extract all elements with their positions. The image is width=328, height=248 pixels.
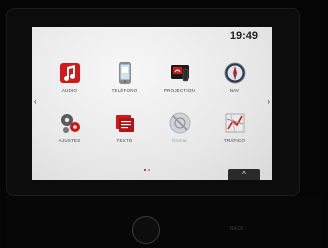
traffic-map-icon (225, 113, 244, 133)
page-dot (148, 169, 150, 171)
next-page-arrow[interactable]: › (267, 97, 270, 106)
gears-icon (60, 114, 80, 133)
app-tile-projection[interactable]: PROJECTION (152, 61, 207, 111)
music-note-icon (59, 63, 80, 83)
app-label: NAV (229, 88, 240, 93)
projection-icon (170, 65, 189, 82)
onstar-disabled-icon (169, 112, 190, 134)
infotainment-screen: 19:49 ‹ › AUDIO TELÉFONO PROJECTION NAV … (32, 27, 272, 180)
app-tile-audio[interactable]: AUDIO (42, 61, 97, 111)
app-tile-telefono[interactable]: TELÉFONO (97, 61, 152, 111)
volume-knob[interactable] (132, 216, 160, 244)
app-label: AUDIO (61, 88, 78, 93)
page-dot-active (144, 169, 146, 171)
app-label: TRÁFICO (223, 138, 246, 143)
prev-page-arrow[interactable]: ‹ (34, 97, 37, 106)
page-indicator (143, 158, 151, 176)
app-label: AJUSTES (58, 138, 81, 143)
app-label: TELÉFONO (111, 88, 138, 93)
app-tile-trafico[interactable]: TRÁFICO (207, 111, 262, 161)
app-label: TEXTO (116, 138, 133, 143)
compass-icon (224, 62, 245, 84)
app-tile-ajustes[interactable]: AJUSTES (42, 111, 97, 161)
app-label: OnStar (171, 138, 188, 143)
clock: 19:49 (229, 30, 258, 42)
back-button[interactable]: BACK (230, 226, 244, 232)
app-tile-texto[interactable]: TEXTO (97, 111, 152, 161)
app-tile-nav[interactable]: NAV (207, 61, 262, 111)
app-tile-onstar[interactable]: OnStar (152, 111, 207, 161)
center-console (6, 196, 322, 248)
expand-tray-button[interactable]: ^ (228, 169, 260, 180)
app-grid: AUDIO TELÉFONO PROJECTION NAV AJUSTES TE… (42, 61, 262, 180)
text-message-icon (115, 115, 134, 132)
phone-icon (118, 62, 131, 84)
app-label: PROJECTION (163, 88, 195, 93)
